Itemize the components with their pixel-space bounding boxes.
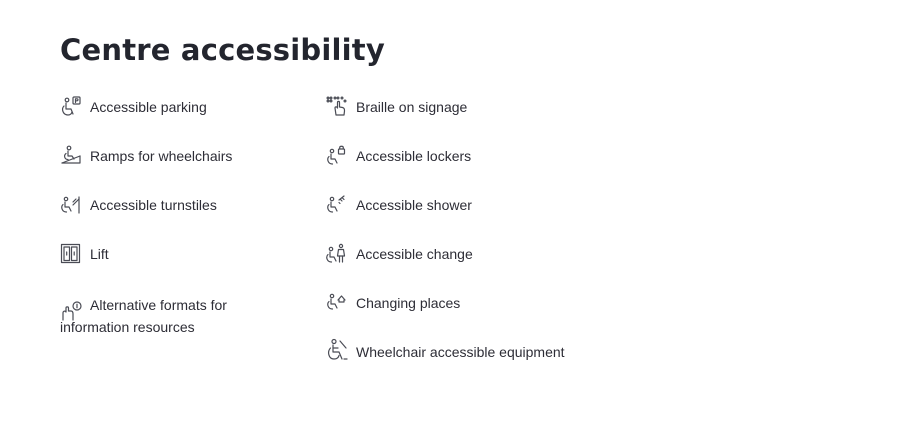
feature-label: Accessible change <box>356 246 473 262</box>
feature-wheelchair-equipment: Wheelchair accessible equipment <box>326 338 666 390</box>
changing-places-icon <box>326 292 348 314</box>
centre-accessibility-section: Centre accessibility Accessible parking <box>60 28 860 360</box>
feature-alternative-formats: Alternative formats for information reso… <box>60 292 290 352</box>
feature-turnstiles: Accessible turnstiles <box>60 194 290 243</box>
feature-label: Changing places <box>356 295 461 311</box>
feature-lockers: Accessible lockers <box>326 145 666 194</box>
section-title: Centre accessibility <box>60 33 385 67</box>
feature-label: Wheelchair accessible equipment <box>356 344 565 360</box>
alternative-formats-icon <box>60 300 82 322</box>
wheelchair-equipment-icon <box>326 338 350 364</box>
change-room-icon <box>326 243 348 265</box>
feature-shower: Accessible shower <box>326 194 666 243</box>
feature-label: Accessible shower <box>356 197 472 213</box>
features-column-right: Braille on signage Accessible lockers Ac… <box>326 96 666 390</box>
feature-label: Accessible lockers <box>356 148 472 164</box>
turnstile-icon <box>60 194 82 216</box>
feature-accessible-change: Accessible change <box>326 243 666 292</box>
accessible-parking-icon <box>60 96 82 118</box>
lift-icon <box>60 243 82 265</box>
feature-lift: Lift <box>60 243 290 292</box>
feature-label: Accessible parking <box>90 99 207 115</box>
feature-label: Ramps for wheelchairs <box>90 148 233 164</box>
feature-accessible-parking: Accessible parking <box>60 96 290 145</box>
feature-label: Lift <box>90 246 109 262</box>
locker-icon <box>326 145 348 167</box>
feature-ramps: Ramps for wheelchairs <box>60 145 290 194</box>
features-column-left: Accessible parking Ramps for wheelchairs <box>60 96 290 352</box>
braille-icon <box>326 96 348 118</box>
ramp-icon <box>60 145 82 167</box>
feature-braille: Braille on signage <box>326 96 666 145</box>
feature-changing-places: Changing places <box>326 292 666 341</box>
feature-label: Alternative formats for information reso… <box>60 297 227 335</box>
feature-label: Accessible turnstiles <box>90 197 217 213</box>
shower-icon <box>326 194 348 216</box>
feature-label: Braille on signage <box>356 99 468 115</box>
